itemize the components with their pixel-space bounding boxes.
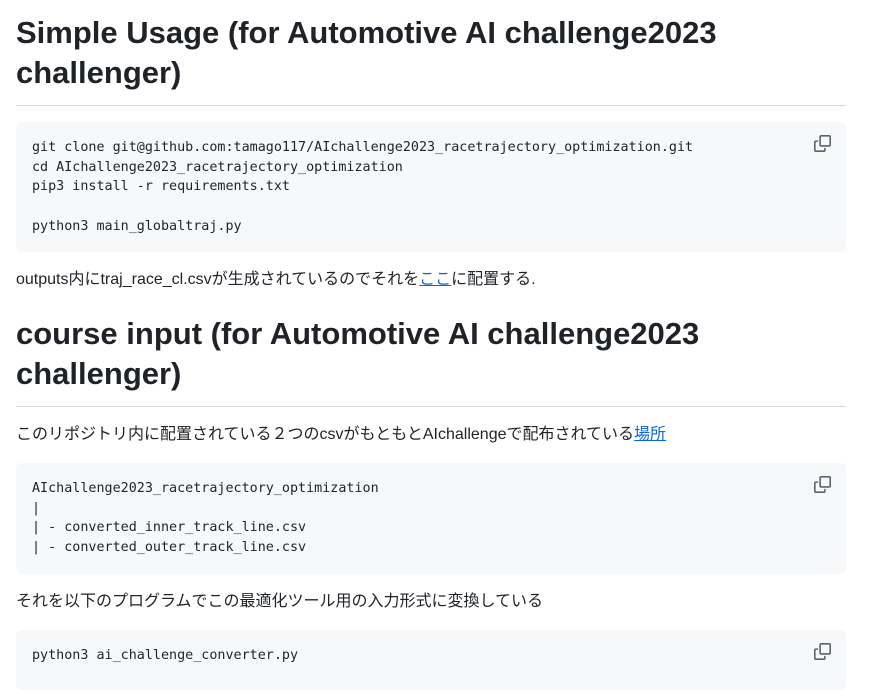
link-basho[interactable]: 場所 (634, 426, 666, 443)
code-block-usage: git clone git@github.com:tamago117/AIcha… (16, 122, 846, 252)
paragraph-outputs-suffix: に配置する. (451, 271, 536, 288)
paragraph-csv-text: このリポジトリ内に配置されている２つのcsvがもともとAIchallengeで配… (16, 426, 635, 443)
readme-content: Simple Usage (for Automotive AI challeng… (16, 0, 846, 690)
code-usage: git clone git@github.com:tamago117/AIcha… (32, 140, 694, 234)
copy-icon (814, 476, 832, 493)
copy-icon (814, 643, 832, 660)
code-block-converter: python3 ai_challenge_converter.py (16, 630, 846, 690)
paragraph-outputs-text: outputs内にtraj_race_cl.csvが生成されているのでそれを (16, 271, 420, 288)
code-tree: AIchallenge2023_racetrajectory_optimizat… (32, 481, 379, 556)
code-converter: python3 ai_challenge_converter.py (32, 648, 299, 663)
paragraph-csv-location: このリポジトリ内に配置されている２つのcsvがもともとAIchallengeで配… (16, 423, 846, 447)
code-block-tree: AIchallenge2023_racetrajectory_optimizat… (16, 463, 846, 574)
heading-course-input: course input (for Automotive AI challeng… (16, 314, 846, 407)
heading-simple-usage: Simple Usage (for Automotive AI challeng… (16, 13, 846, 106)
link-koko[interactable]: ここ (419, 271, 451, 288)
copy-button[interactable] (814, 476, 832, 494)
copy-icon (814, 135, 832, 152)
paragraph-converter: それを以下のプログラムでこの最適化ツール用の入力形式に変換している (16, 593, 544, 610)
copy-button[interactable] (814, 643, 832, 661)
copy-button[interactable] (814, 135, 832, 153)
paragraph-outputs: outputs内にtraj_race_cl.csvが生成されているのでそれをここ… (16, 268, 846, 292)
